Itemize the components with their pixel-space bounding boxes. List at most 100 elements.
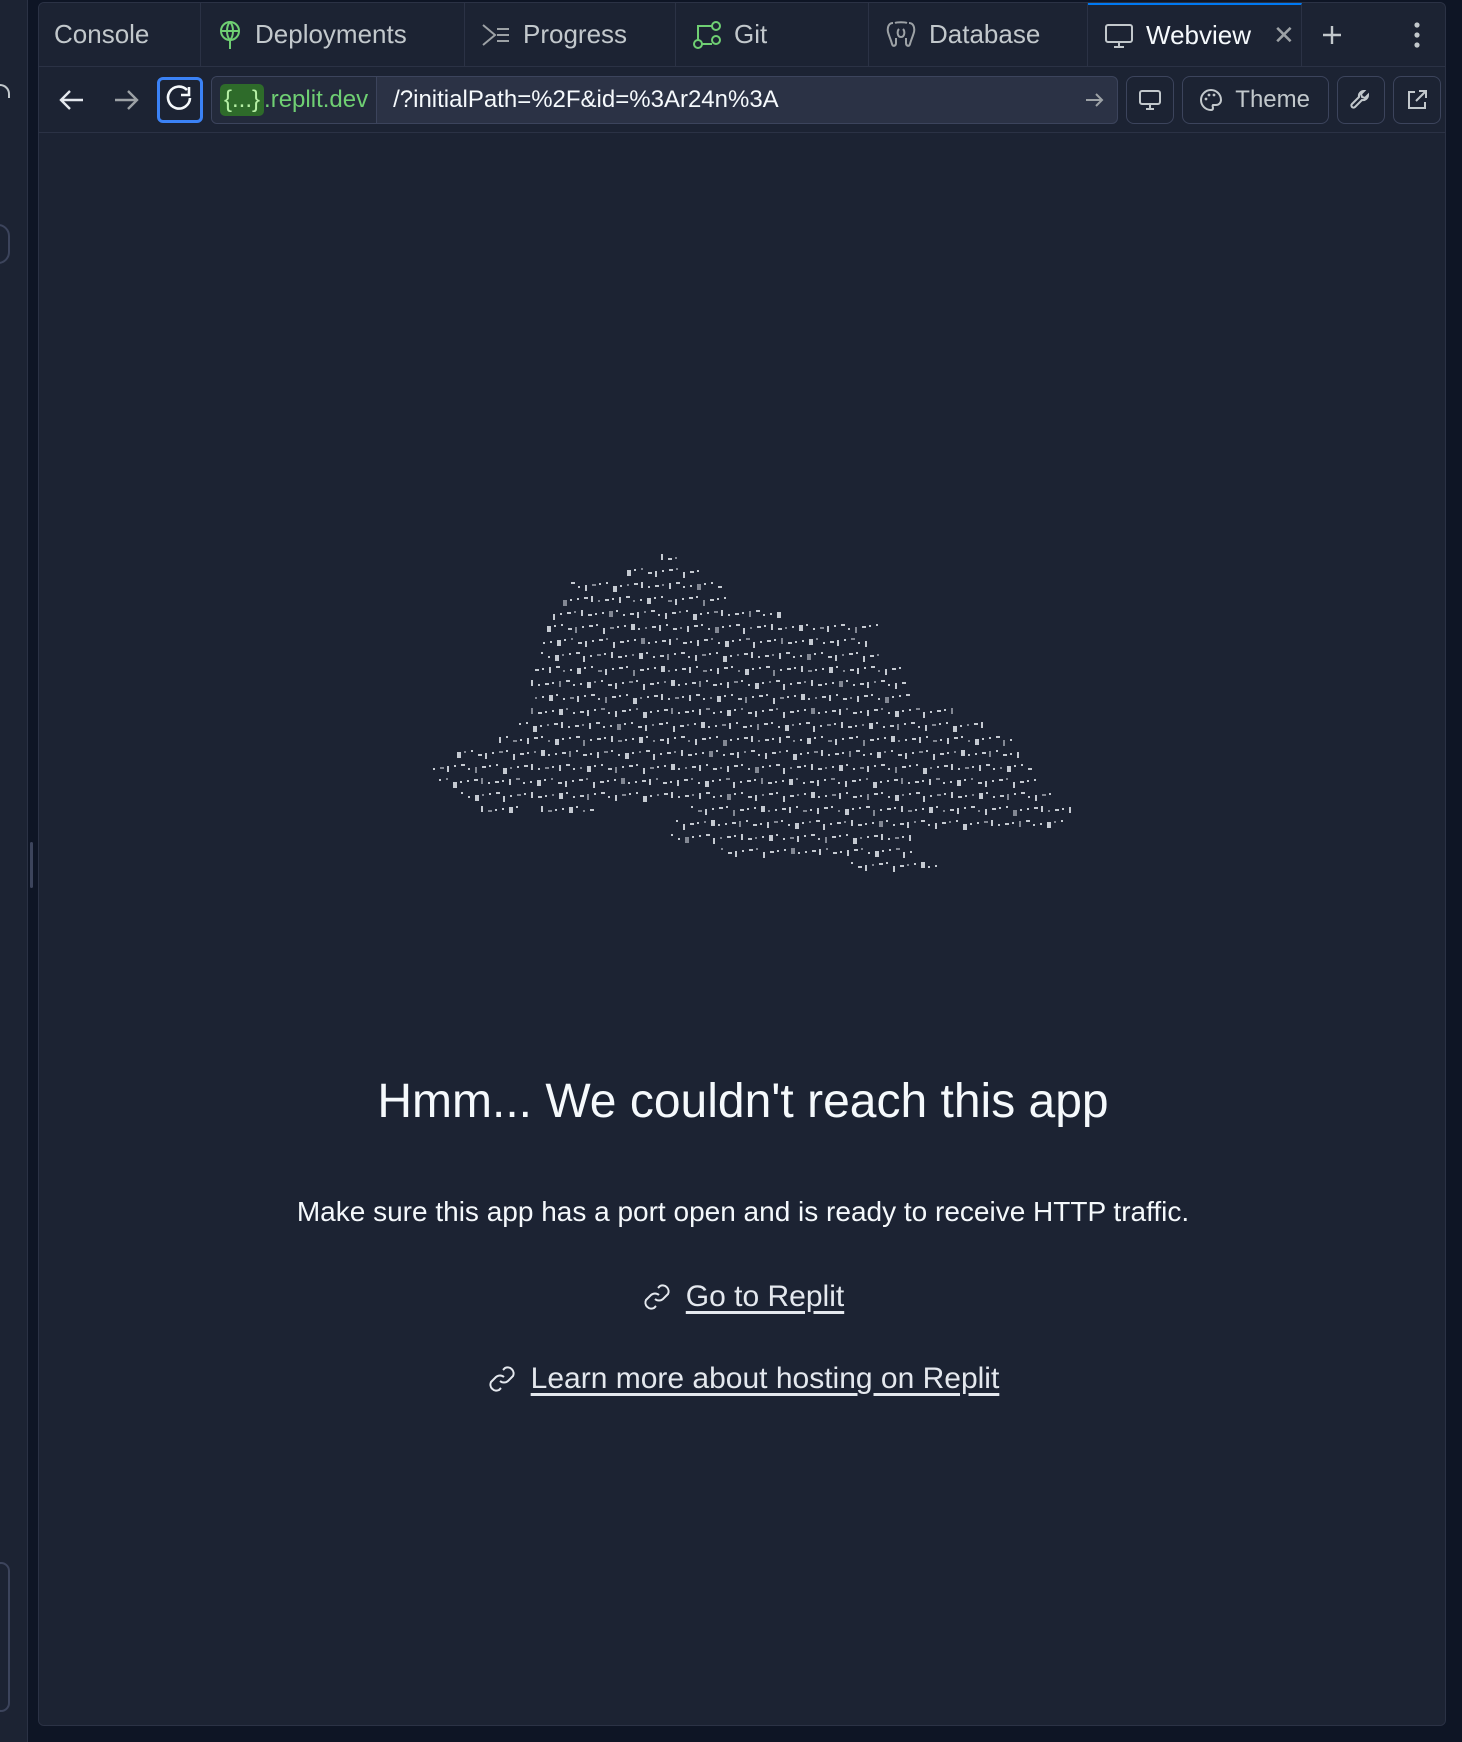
sidebar-control[interactable]	[0, 224, 10, 264]
url-bar[interactable]: {...} .replit.dev /?initialPath=%2F&id=%…	[211, 75, 1119, 124]
learn-more-hosting-link[interactable]: Learn more about hosting on Replit	[531, 1362, 1000, 1396]
ascii-glyph	[874, 709, 878, 711]
ascii-glyph	[597, 654, 601, 656]
tab-progress[interactable]: Progress	[465, 3, 676, 66]
ascii-glyph	[626, 596, 630, 598]
ascii-glyph	[638, 628, 640, 630]
ascii-glyph	[767, 822, 769, 828]
ascii-glyph	[919, 737, 921, 743]
ascii-glyph	[547, 724, 549, 726]
ascii-glyph	[876, 624, 878, 626]
ascii-glyph	[668, 670, 670, 672]
ascii-glyph	[726, 806, 728, 808]
ascii-glyph	[954, 751, 956, 753]
ascii-glyph	[986, 764, 990, 766]
ascii-glyph	[552, 710, 554, 712]
ascii-glyph	[611, 736, 613, 742]
link-icon	[644, 1284, 670, 1310]
ascii-glyph	[654, 597, 656, 599]
tab-console[interactable]: Console	[39, 3, 201, 66]
theme-button[interactable]: Theme	[1182, 75, 1329, 124]
ascii-glyph	[778, 726, 780, 728]
ascii-glyph	[787, 696, 789, 698]
ascii-glyph	[590, 655, 592, 657]
ascii-glyph	[957, 808, 959, 814]
ascii-glyph	[719, 779, 721, 781]
ascii-glyph	[846, 680, 848, 682]
ascii-glyph	[717, 598, 719, 600]
ascii-glyph	[702, 654, 706, 656]
ascii-glyph	[669, 583, 671, 589]
ascii-glyph	[573, 796, 575, 798]
ascii-glyph	[816, 638, 818, 640]
tab-git[interactable]: Git	[676, 3, 869, 66]
ascii-glyph	[639, 751, 641, 753]
ascii-glyph	[580, 711, 584, 713]
go-button[interactable]	[1073, 92, 1117, 108]
ascii-glyph	[944, 793, 946, 795]
ascii-glyph	[936, 778, 940, 780]
ascii-glyph	[516, 806, 518, 808]
ascii-glyph	[909, 765, 911, 767]
ascii-glyph	[551, 778, 553, 780]
ascii-glyph	[590, 753, 592, 755]
ascii-glyph	[824, 779, 826, 781]
ascii-glyph	[648, 586, 650, 588]
url-path-input[interactable]: /?initialPath=%2F&id=%3Ar24n%3A	[377, 86, 1073, 114]
open-new-tab-button[interactable]	[1393, 75, 1441, 124]
ascii-glyph	[874, 765, 876, 767]
ascii-glyph	[734, 765, 738, 767]
ascii-glyph	[562, 738, 564, 740]
ascii-glyph	[974, 723, 978, 725]
ascii-glyph	[996, 750, 998, 752]
ascii-glyph	[865, 823, 867, 825]
ascii-glyph	[641, 568, 643, 570]
ascii-glyph	[561, 624, 563, 626]
ascii-glyph	[764, 723, 768, 725]
close-icon[interactable]: ✕	[1273, 20, 1295, 51]
ascii-glyph	[510, 767, 512, 769]
ascii-glyph	[741, 834, 743, 840]
ascii-glyph	[776, 764, 780, 766]
ascii-glyph	[620, 641, 624, 643]
ascii-glyph	[685, 837, 689, 843]
ascii-glyph	[598, 600, 600, 602]
ascii-glyph	[678, 838, 680, 840]
ascii-glyph	[562, 808, 564, 810]
ascii-glyph	[790, 767, 792, 769]
ascii-glyph	[673, 628, 677, 630]
ascii-glyph	[770, 851, 774, 853]
forward-button[interactable]	[103, 77, 149, 123]
back-button[interactable]	[49, 77, 95, 123]
devtools-button[interactable]	[1337, 75, 1385, 124]
ascii-glyph	[882, 850, 884, 852]
reload-button[interactable]	[157, 76, 203, 123]
tab-database[interactable]: Database	[869, 3, 1088, 66]
ascii-glyph	[570, 669, 572, 671]
ascii-glyph	[672, 612, 676, 614]
tab-webview[interactable]: Webview ✕	[1088, 3, 1302, 66]
ascii-glyph	[651, 610, 655, 612]
go-to-replit-link[interactable]: Go to Replit	[686, 1280, 844, 1314]
ascii-glyph	[721, 610, 723, 616]
add-tab-button[interactable]	[1302, 3, 1362, 66]
ascii-glyph	[819, 849, 821, 855]
more-options-button[interactable]	[1387, 3, 1445, 66]
ascii-glyph	[670, 781, 672, 783]
ascii-glyph	[835, 753, 839, 755]
ascii-glyph	[971, 806, 975, 808]
ascii-glyph	[984, 821, 988, 823]
ascii-glyph	[736, 722, 738, 724]
ascii-glyph	[776, 708, 778, 710]
ascii-glyph	[568, 726, 570, 728]
tab-deployments[interactable]: Deployments	[201, 3, 465, 66]
ascii-glyph	[956, 820, 958, 822]
pane-resize-handle[interactable]	[30, 842, 33, 888]
ascii-glyph	[850, 669, 854, 671]
ascii-glyph	[796, 806, 798, 808]
ascii-glyph	[562, 752, 566, 754]
device-view-button[interactable]	[1126, 75, 1175, 124]
error-subtitle: Make sure this app has a port open and i…	[296, 1196, 1190, 1227]
ascii-glyph	[902, 766, 906, 768]
ascii-glyph	[1007, 766, 1011, 772]
